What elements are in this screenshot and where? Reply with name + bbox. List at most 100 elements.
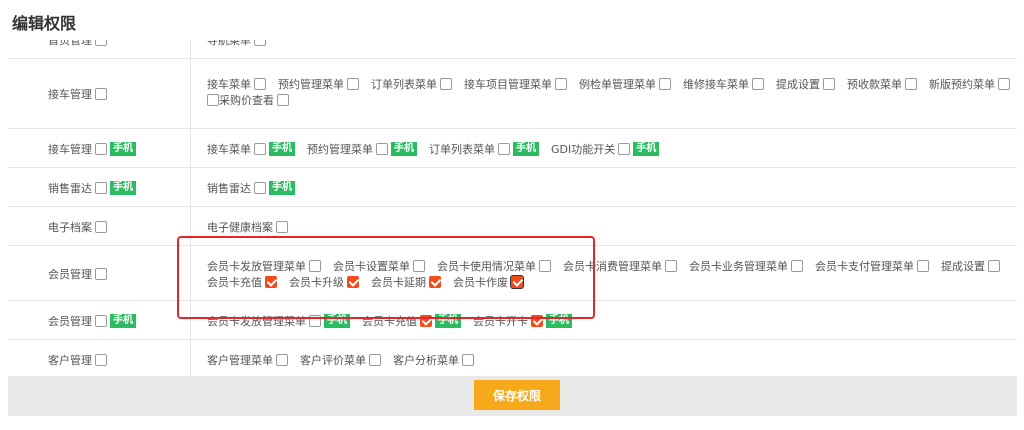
permission-item[interactable]: 提成设置 [941,258,1000,274]
permission-item[interactable]: 销售雷达 手机 [207,180,295,196]
checkbox[interactable] [905,78,917,90]
checkbox-checked[interactable] [420,314,432,327]
permission-item[interactable]: 会员卡设置菜单 [333,258,425,274]
checkbox[interactable] [752,78,764,90]
permission-item[interactable]: 订单列表菜单 手机 [429,141,539,157]
checkbox[interactable] [462,353,474,366]
checkbox[interactable] [95,220,107,233]
checkbox[interactable] [207,94,219,106]
permission-items-cell: 接车菜单 预约管理菜单 订单列表菜单 接车项目管理菜单 例检单管理菜单 维修接车菜单 提成设… [207,59,1017,128]
permission-item[interactable]: 新版预约菜单 [929,76,1010,92]
permission-item[interactable]: 电子健康档案 [207,219,288,235]
permission-item[interactable]: 会员卡发放管理菜单 手机 [207,313,350,329]
checkbox-checked[interactable] [531,314,543,327]
permission-item-label: 订单列表菜单 [429,142,495,156]
permission-items-line: 客户管理菜单 客户评价菜单 客户分析菜单 [207,352,486,368]
permission-group-label: 销售雷达 [48,181,92,195]
permission-item-label: 接车项目管理菜单 [464,78,552,91]
permission-item[interactable]: 采购价查看 [219,92,289,108]
checkbox[interactable] [659,78,671,90]
permission-item[interactable]: 会员卡延期 [371,274,441,290]
permission-item[interactable]: 会员卡作废 [453,274,524,290]
permission-items-cell: 会员卡发放管理菜单 会员卡设置菜单 会员卡使用情况菜单 会员卡消费管理菜单 会员卡业务管… [207,246,1017,300]
checkbox[interactable] [998,78,1010,90]
checkbox[interactable] [276,220,288,233]
checkbox[interactable] [369,353,381,366]
edit-permissions-dialog: 编辑权限 首页管理 导航菜单 接车管理 接车菜单 预约管理菜单 订单列表菜单 接车项目管理菜… [0,0,1024,430]
checkbox[interactable] [95,267,107,280]
checkbox[interactable] [95,181,107,194]
checkbox[interactable] [95,88,107,100]
permission-item[interactable]: 会员卡业务管理菜单 [689,258,803,274]
checkbox[interactable] [95,40,107,46]
permission-group[interactable]: 会员管理 手机 [48,313,136,329]
permission-item[interactable]: 导航菜单 [207,40,266,48]
checkbox[interactable] [254,142,266,155]
permission-item[interactable]: 接车菜单 手机 [207,141,295,157]
checkbox-checked[interactable] [347,275,359,288]
permission-item[interactable]: 会员卡发放管理菜单 [207,258,321,274]
permission-group[interactable]: 首页管理 [48,40,107,48]
permission-item[interactable]: 会员卡支付管理菜单 [815,258,929,274]
permission-group-cell: 首页管理 [8,40,191,58]
permissions-table-viewport[interactable]: 首页管理 导航菜单 接车管理 接车菜单 预约管理菜单 订单列表菜单 接车项目管理菜单 例检单管… [8,40,1017,376]
checkbox[interactable] [254,78,266,90]
checkbox[interactable] [95,353,107,366]
permission-item[interactable]: 客户评价菜单 [300,352,381,368]
checkbox[interactable] [309,314,321,327]
permission-item-label: 销售雷达 [207,181,251,195]
checkbox[interactable] [917,259,929,272]
permission-group[interactable]: 电子档案 [48,219,107,235]
permission-item[interactable]: 例检单管理菜单 [579,76,671,92]
checkbox[interactable] [277,94,289,106]
permission-row: 接车管理 接车菜单 预约管理菜单 订单列表菜单 接车项目管理菜单 例检单管理菜单 维修接车菜… [8,59,1017,129]
checkbox[interactable] [440,78,452,90]
permission-item[interactable]: 会员卡升级 [289,274,359,290]
checkbox[interactable] [95,314,107,327]
permission-item[interactable]: 订单列表菜单 [371,76,452,92]
permission-group[interactable]: 客户管理 [48,352,107,368]
checkbox-checked[interactable] [510,274,524,289]
checkbox[interactable] [95,142,107,155]
permission-item[interactable]: 预约管理菜单 [278,76,359,92]
permission-item[interactable]: GDI功能开关 手机 [551,141,660,157]
permission-item[interactable]: 会员卡使用情况菜单 [437,258,551,274]
permission-row: 电子档案 电子健康档案 [8,207,1017,246]
checkbox[interactable] [347,78,359,90]
permission-item[interactable]: 客户管理菜单 [207,352,288,368]
checkbox-checked[interactable] [429,275,441,288]
permission-item[interactable]: 接车项目管理菜单 [464,76,567,92]
permission-item[interactable]: 接车菜单 [207,76,266,92]
permission-item[interactable]: 维修接车菜单 [683,76,764,92]
permission-item[interactable]: 预约管理菜单 手机 [307,141,417,157]
permission-group[interactable]: 接车管理 [48,86,107,102]
checkbox[interactable] [665,259,677,272]
permission-group[interactable]: 接车管理 手机 [48,141,136,157]
permission-item[interactable] [207,94,219,106]
save-permissions-button[interactable]: 保存权限 [474,380,560,410]
permission-item-label: 会员卡作废 [453,275,508,289]
checkbox[interactable] [276,353,288,366]
permission-item[interactable]: 预收款菜单 [847,76,917,92]
checkbox[interactable] [539,259,551,272]
permission-item[interactable]: 客户分析菜单 [393,352,474,368]
checkbox[interactable] [791,259,803,272]
checkbox[interactable] [555,78,567,90]
permission-item[interactable]: 会员卡充值 [207,274,277,290]
checkbox[interactable] [413,259,425,272]
permission-group[interactable]: 销售雷达 手机 [48,180,136,196]
checkbox[interactable] [309,259,321,272]
permission-item[interactable]: 提成设置 [776,76,835,92]
permission-item[interactable]: 会员卡开卡 手机 [473,313,572,329]
checkbox[interactable] [254,181,266,194]
checkbox[interactable] [254,40,266,46]
checkbox[interactable] [376,142,388,155]
checkbox[interactable] [823,78,835,90]
checkbox-checked[interactable] [265,275,277,288]
checkbox[interactable] [988,259,1000,272]
checkbox[interactable] [618,142,631,155]
permission-group[interactable]: 会员管理 [48,266,107,282]
permission-item[interactable]: 会员卡消费管理菜单 [563,258,677,274]
permission-item[interactable]: 会员卡充值 手机 [362,313,461,329]
checkbox[interactable] [498,142,510,155]
